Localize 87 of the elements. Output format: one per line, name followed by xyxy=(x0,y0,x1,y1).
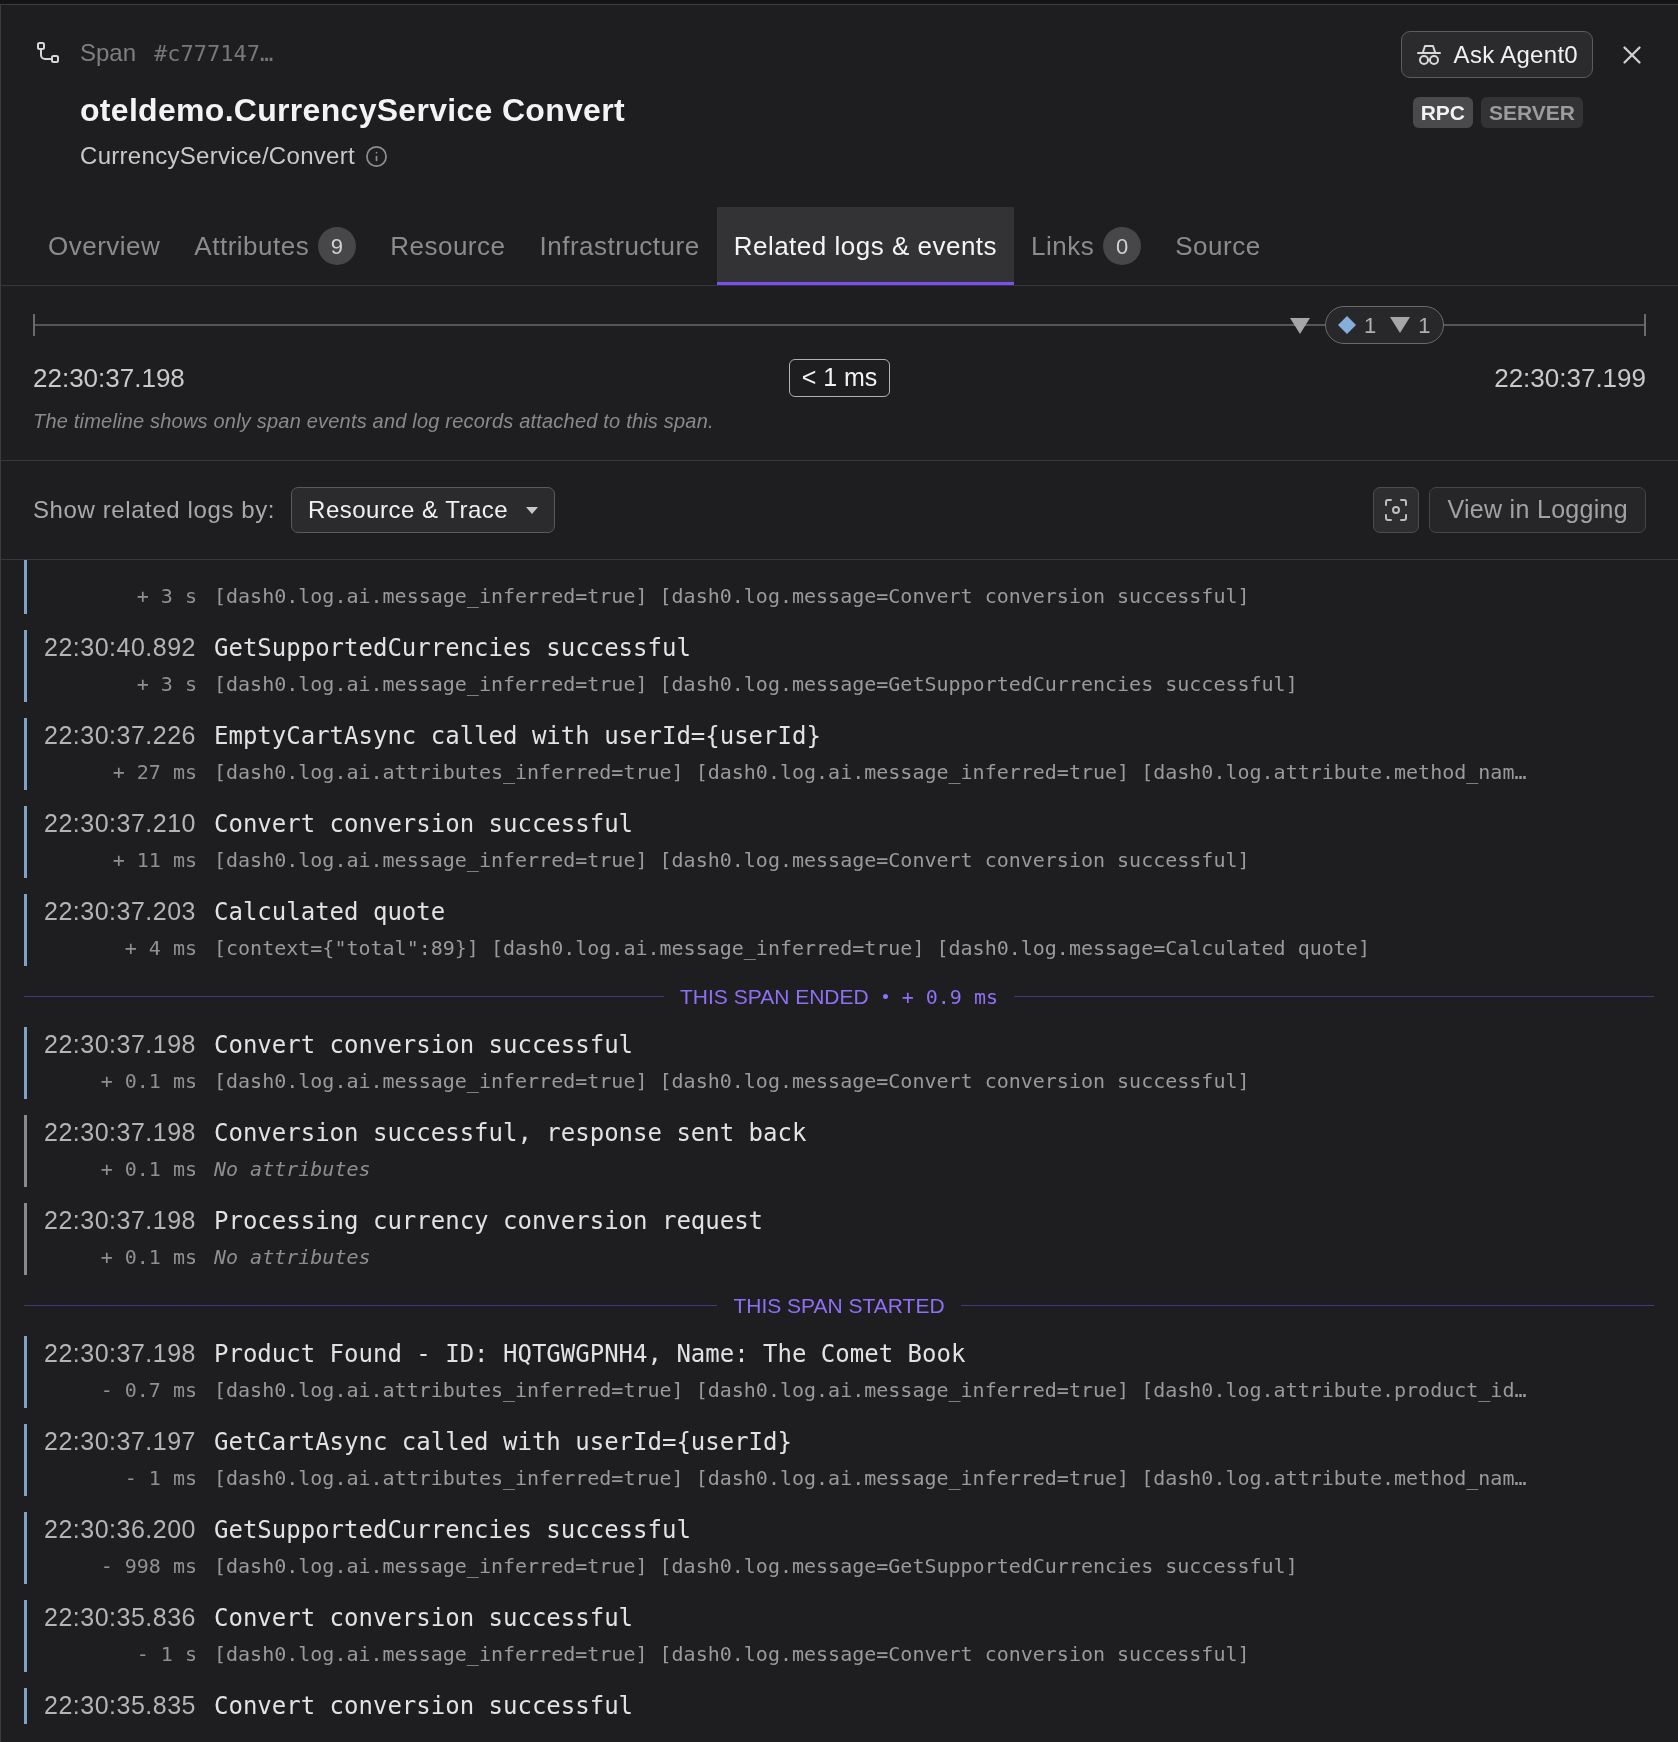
span-type-label: Span xyxy=(80,38,137,68)
log-offset: + 27 ms xyxy=(112,760,197,784)
log-attributes: [dash0.log.ai.attributes_inferred=true] [dash0.log.ai.message_inferred=true] [dash0.log.attribute.method_nam… xyxy=(214,1465,1527,1492)
log-message: Product Found - ID: HQTGWGPNH4, Name: The Comet Book xyxy=(214,1339,966,1370)
log-offset: - 1 ms xyxy=(124,1466,197,1490)
log-message: Convert conversion successful xyxy=(214,1030,634,1061)
log-offset: + 0.1 ms xyxy=(100,1245,197,1269)
log-attributes: [dash0.log.ai.attributes_inferred=true] [dash0.log.ai.message_inferred=true] [dash0.log.attribute.product_id… xyxy=(214,1377,1527,1404)
span-boundary-label: THIS SPAN STARTED xyxy=(733,1292,945,1319)
log-offset: + 0.1 ms xyxy=(100,1069,197,1093)
tab[interactable]: Overview xyxy=(31,207,178,285)
span-boundary-label: THIS SPAN ENDED xyxy=(680,983,869,1010)
log-message: GetCartAsync called with userId={userId} xyxy=(214,1427,792,1458)
dot-icon xyxy=(882,994,888,999)
marker-count-pill[interactable]: 1 1 xyxy=(1325,306,1444,344)
log-attributes: [dash0.log.ai.attributes_inferred=true] [dash0.log.ai.message_inferred=true] [dash0.log.attribute.method_nam… xyxy=(214,759,1527,786)
no-attributes-note: No attributes xyxy=(214,1156,371,1183)
span-title: oteldemo.CurrencyService Convert xyxy=(80,91,625,130)
log-offset: - 1 s xyxy=(136,1642,197,1666)
log-timestamp: 22:30:37.198 xyxy=(44,1339,196,1368)
log-message: GetSupportedCurrencies successful xyxy=(214,633,691,664)
info-icon[interactable] xyxy=(365,144,388,168)
branch-icon xyxy=(36,41,60,65)
log-message: Convert conversion successful xyxy=(214,1691,634,1722)
log-attributes: [dash0.log.ai.message_inferred=true] [dash0.log.message=GetSupportedCurrencies successful] xyxy=(214,671,1298,698)
log-timestamp: 22:30:35.835 xyxy=(44,1691,196,1720)
log-offset: + 11 ms xyxy=(112,848,197,872)
tab[interactable]: Resource xyxy=(373,207,523,285)
log-attributes: [dash0.log.ai.message_inferred=true] [dash0.log.message=Convert conversion successful] xyxy=(214,583,1250,610)
log-timestamp: 22:30:36.200 xyxy=(44,1515,196,1544)
timeline-note: The timeline shows only span events and log records attached to this span. xyxy=(33,409,714,434)
scan-frame-button[interactable] xyxy=(1373,487,1420,533)
triangle-marker-icon xyxy=(1290,318,1310,334)
timeline-end-time: 22:30:37.199 xyxy=(1494,361,1646,395)
log-message: Convert conversion successful xyxy=(214,809,634,840)
log-message: GetSupportedCurrencies successful xyxy=(214,1515,691,1546)
duration-badge: < 1 ms xyxy=(788,359,891,397)
log-timestamp: 22:30:35.836 xyxy=(44,1603,196,1632)
scan-frame-icon xyxy=(1384,498,1409,522)
log-timestamp: 22:30:37.210 xyxy=(44,809,196,838)
log-offset: + 0.1 ms xyxy=(100,1157,197,1181)
log-attributes: [dash0.log.ai.message_inferred=true] [dash0.log.message=Convert conversion successful] xyxy=(214,847,1250,874)
log-offset: + 4 ms xyxy=(124,936,197,960)
triangle-icon xyxy=(1390,317,1411,333)
log-timestamp: 22:30:37.203 xyxy=(44,897,196,926)
tab[interactable]: Related logs & events xyxy=(716,207,1015,285)
log-attributes: [dash0.log.ai.message_inferred=true] [dash0.log.message=Convert conversion successful] xyxy=(214,1068,1250,1095)
log-timestamp: 22:30:37.226 xyxy=(44,721,196,750)
tab[interactable]: Source xyxy=(1158,207,1278,285)
log-timestamp: 22:30:40.892 xyxy=(44,633,196,662)
log-count: 1 xyxy=(1418,311,1431,340)
log-offset: + 3 s xyxy=(136,672,197,696)
protocol-badge: RPC xyxy=(1412,97,1473,128)
ask-agent-button[interactable]: Ask Agent0 xyxy=(1400,31,1593,78)
log-attributes: [context={"total":89}] [dash0.log.ai.message_inferred=true] [dash0.log.message=Calculated quote] xyxy=(214,935,1370,962)
tab[interactable]: Infrastructure xyxy=(522,207,717,285)
log-attributes: [dash0.log.ai.message_inferred=true] [dash0.log.message=Convert conversion successful] xyxy=(214,1641,1250,1668)
span-id: #c777147… xyxy=(154,39,274,68)
tab-count-badge: 0 xyxy=(1103,227,1142,265)
incognito-icon xyxy=(1415,42,1442,67)
log-timestamp: 22:30:37.197 xyxy=(44,1427,196,1456)
log-attributes: [dash0.log.ai.message_inferred=true] [dash0.log.message=GetSupportedCurrencies successful] xyxy=(214,1553,1298,1580)
log-message: Processing currency conversion request xyxy=(214,1206,764,1237)
operation-name: CurrencyService/Convert xyxy=(80,141,355,171)
log-message: Conversion successful, response sent back xyxy=(214,1118,807,1149)
log-message: EmptyCartAsync called with userId={userId} xyxy=(214,721,821,752)
tab[interactable]: Links 0 xyxy=(1014,207,1159,285)
no-attributes-note: No attributes xyxy=(214,1244,371,1271)
span-boundary-offset: + 0.9 ms xyxy=(901,983,998,1011)
tab[interactable]: Attributes 9 xyxy=(177,207,374,285)
log-offset: - 998 ms xyxy=(100,1554,197,1578)
log-timestamp: 22:30:37.198 xyxy=(44,1206,196,1235)
caret-down-icon xyxy=(526,506,539,514)
tab-count-badge: 9 xyxy=(318,227,357,265)
span-kind-badge: SERVER xyxy=(1481,97,1583,128)
diamond-icon xyxy=(1338,316,1356,334)
log-filter-dropdown[interactable]: Resource & Trace xyxy=(291,487,556,533)
log-offset: + 3 s xyxy=(136,584,197,608)
log-message: Calculated quote xyxy=(214,897,446,928)
filter-label: Show related logs by: xyxy=(33,495,276,525)
timeline-start-time: 22:30:37.198 xyxy=(33,361,185,395)
log-message: Convert conversion successful xyxy=(214,1603,634,1634)
event-count: 1 xyxy=(1364,311,1377,340)
log-timestamp: 22:30:37.198 xyxy=(44,1030,196,1059)
view-in-logging-button[interactable]: View in Logging xyxy=(1429,487,1646,533)
log-timestamp: 22:30:37.198 xyxy=(44,1118,196,1147)
log-offset: - 0.7 ms xyxy=(100,1378,197,1402)
